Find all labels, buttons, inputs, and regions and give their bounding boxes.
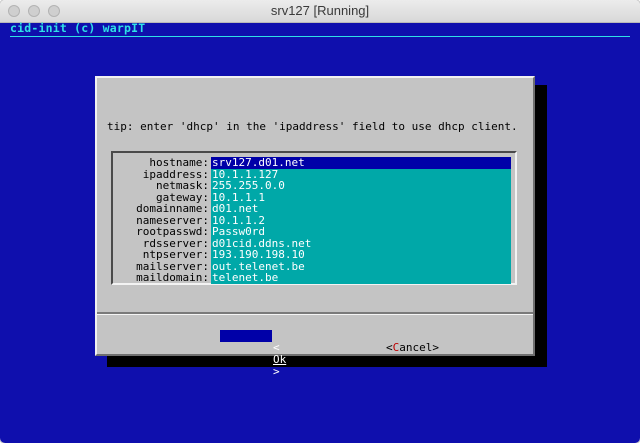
field-label: ntpserver:	[142, 248, 209, 261]
vm-window: srv127 [Running] cid-init (c) warpIT tip…	[0, 0, 640, 443]
cancel-button-open: <	[385, 341, 393, 354]
cancel-button-close: >	[432, 341, 439, 354]
cancel-button[interactable]: <Cancel>	[333, 330, 439, 354]
field-input[interactable]: 193.190.198.10	[211, 249, 511, 261]
field-label: maildomain:	[136, 271, 209, 284]
field-label: rootpasswd:	[136, 225, 209, 238]
ok-button[interactable]: < Ok >	[220, 330, 286, 378]
field-row: hostname: srv127.d01.net	[113, 157, 515, 169]
form-fields: hostname: srv127.d01.net ipaddress: 10.1.1.…	[111, 151, 517, 285]
banner-divider	[10, 36, 630, 37]
field-row: maildomain: telenet.be	[113, 272, 515, 284]
field-label: netmask:	[156, 179, 209, 192]
field-row: rootpasswd: Passw0rd	[113, 226, 515, 238]
field-input[interactable]: Passw0rd	[211, 226, 511, 238]
field-input[interactable]: 255.255.0.0	[211, 180, 511, 192]
field-row: domainname: d01.net	[113, 203, 515, 215]
dialog-tip: tip: enter 'dhcp' in the 'ipaddress' fie…	[107, 120, 518, 133]
field-label: hostname:	[149, 156, 209, 169]
cancel-button-label: ancel	[399, 341, 433, 354]
field-input[interactable]: d01.net	[211, 203, 511, 215]
field-row: ntpserver: 193.190.198.10	[113, 249, 515, 261]
field-input[interactable]: srv127.d01.net	[211, 157, 511, 169]
console-banner: cid-init (c) warpIT	[10, 21, 146, 35]
field-row: netmask: 255.255.0.0	[113, 180, 515, 192]
ok-button-right-bracket: >	[272, 365, 280, 378]
field-label: domainname:	[136, 202, 209, 215]
field-input[interactable]: telenet.be	[211, 272, 511, 284]
network-config-dialog: tip: enter 'dhcp' in the 'ipaddress' fie…	[95, 76, 535, 378]
window-title: srv127 [Running]	[270, 3, 370, 18]
console-screen: cid-init (c) warpIT tip: enter 'dhcp' in…	[0, 21, 640, 443]
button-separator	[97, 312, 533, 315]
window-titlebar: srv127 [Running]	[0, 0, 640, 23]
